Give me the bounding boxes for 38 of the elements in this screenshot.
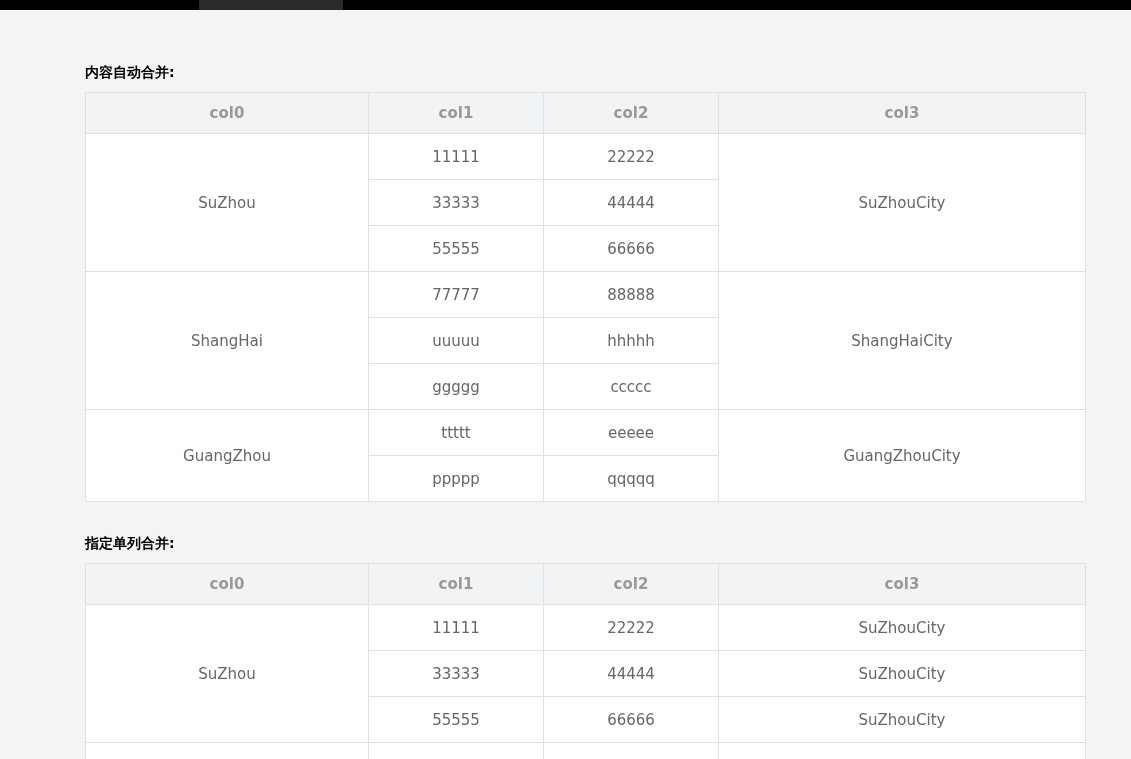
table-cell: ShangHai [85,271,369,410]
table-cell: 33333 [368,179,544,226]
column-header: col0 [85,92,369,134]
section-title: 指定单列合并: [85,534,176,551]
column-header: col1 [368,563,544,605]
column-header: col3 [718,563,1086,605]
table-cell: SuZhouCity [718,696,1086,743]
table-cell: GuangZhou [85,409,369,502]
column-header: col2 [543,563,719,605]
table-cell: 88888 [543,271,719,318]
table-cell: SuZhouCity [718,650,1086,697]
table-cell: SuZhouCity [718,133,1086,272]
top-tab[interactable] [199,0,343,10]
table-cell: 33333 [368,650,544,697]
section-title: 内容自动合并: [85,63,176,80]
table-cell: 22222 [543,133,719,180]
table-cell: 44444 [543,650,719,697]
table-cell: 55555 [368,225,544,272]
table-cell: 77777 [368,271,544,318]
table-cell: ShangHaiCity [718,271,1086,410]
table-cell: 22222 [543,604,719,651]
table-cell: 11111 [368,604,544,651]
table-cell: GuangZhouCity [718,409,1086,502]
column-header: col1 [368,92,544,134]
column-header: col0 [85,563,369,605]
table-cell: SuZhou [85,604,369,743]
column-header: col3 [718,92,1086,134]
table-cell: ttttt [368,409,544,456]
table-cell: SuZhouCity [718,604,1086,651]
table-cell: ggggg [368,363,544,410]
column-header: col2 [543,92,719,134]
table-cell: ppppp [368,455,544,502]
table-cell: eeeee [543,409,719,456]
table-cell: 11111 [368,133,544,180]
table-cell: uuuuu [368,317,544,364]
table-cell: 55555 [368,696,544,743]
table-cell: SuZhou [85,133,369,272]
table-cell: 66666 [543,696,719,743]
